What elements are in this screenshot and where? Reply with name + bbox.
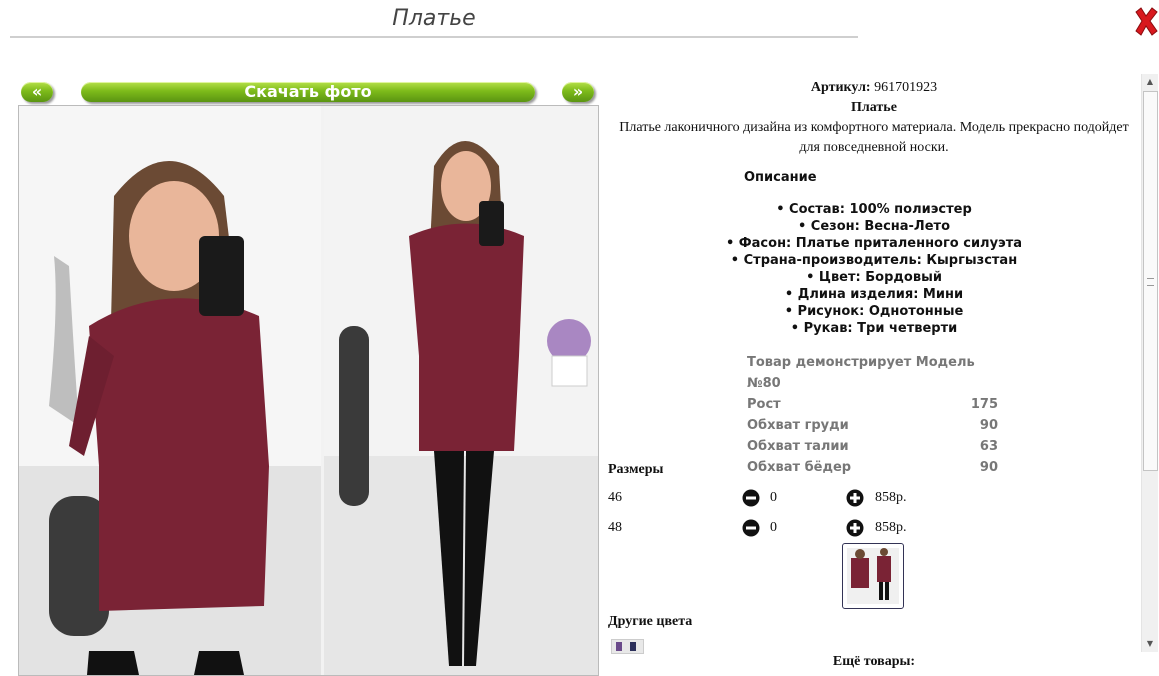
minus-icon[interactable]: [742, 489, 760, 507]
product-description: Платье лаконичного дизайна из комфортног…: [619, 120, 1129, 155]
price: 858р.: [875, 490, 907, 505]
article-label: Артикул:: [810, 80, 871, 95]
measurement-value: 63: [979, 439, 998, 454]
measurement-value: 90: [979, 418, 998, 433]
description-heading: Описание: [744, 170, 817, 185]
measurement-label: Обхват бёдер: [747, 460, 852, 475]
product-details-panel: Артикул: 961701923 Платье Платье лаконич…: [606, 74, 1142, 674]
color-swatch[interactable]: [611, 639, 644, 654]
other-colors-heading: Другие цвета: [608, 614, 693, 629]
scrollbar-thumb[interactable]: [1143, 91, 1158, 471]
minus-icon[interactable]: [742, 519, 760, 537]
size-row: 48 0 858р.: [608, 518, 1128, 538]
measurement-row: Обхват бёдер 90: [747, 457, 998, 478]
quantity-value[interactable]: 0: [770, 518, 777, 538]
product-photo-front[interactable]: [19, 106, 321, 675]
size-label: 48: [608, 520, 622, 535]
feature-item: • Страна-производитель: Кыргызстан: [730, 253, 1018, 268]
product-name: Платье: [851, 100, 897, 115]
measurement-label: Рост: [747, 397, 781, 412]
feature-item: • Длина изделия: Мини: [784, 287, 964, 302]
scroll-up-icon[interactable]: ▲: [1142, 74, 1158, 90]
measurement-row: Обхват талии 63: [747, 436, 998, 457]
measurement-row: Рост 175: [747, 394, 998, 415]
feature-item: • Состав: 100% полиэстер: [776, 202, 972, 217]
feature-item: • Рисунок: Однотонные: [784, 304, 964, 319]
quantity-value[interactable]: 0: [770, 488, 777, 508]
size-label: 46: [608, 490, 622, 505]
photo-thumbnail[interactable]: [842, 543, 904, 609]
measurement-label: Обхват груди: [747, 418, 849, 433]
product-photos: [18, 105, 599, 676]
measurement-value: 90: [979, 460, 998, 475]
more-products-heading: Ещё товары:: [832, 654, 916, 669]
download-photo-button[interactable]: Скачать фото: [81, 82, 535, 102]
plus-icon[interactable]: [846, 489, 864, 507]
measurement-label: Обхват талии: [747, 439, 849, 454]
measurement-value: 175: [970, 397, 998, 412]
close-icon[interactable]: [1133, 6, 1159, 36]
model-measurements: Товар демонстрирует Модель №80 Рост 175 О…: [747, 352, 998, 478]
article-line: Артикул: 961701923: [606, 78, 1142, 98]
next-photo-button[interactable]: »: [562, 82, 594, 102]
feature-item: • Цвет: Бордовый: [806, 270, 942, 285]
feature-item: • Рукав: Три четверти: [790, 321, 958, 336]
page-title: Платье: [10, 4, 858, 38]
model-title: Товар демонстрирует Модель №80: [747, 355, 975, 391]
prev-photo-button[interactable]: «: [21, 82, 53, 102]
sizes-heading: Размеры: [608, 462, 664, 477]
article-number: 961701923: [874, 80, 938, 95]
plus-icon[interactable]: [846, 519, 864, 537]
feature-list: • Состав: 100% полиэстер • Сезон: Весна-…: [606, 201, 1142, 337]
feature-item: • Фасон: Платье приталенного силуэта: [725, 236, 1023, 251]
vertical-scrollbar[interactable]: ▲ ▼: [1141, 74, 1158, 652]
product-photo-full[interactable]: [324, 106, 598, 675]
feature-item: • Сезон: Весна-Лето: [797, 219, 951, 234]
grip-icon: [1147, 278, 1154, 286]
measurement-row: Обхват груди 90: [747, 415, 998, 436]
price: 858р.: [875, 520, 907, 535]
size-row: 46 0 858р.: [608, 488, 1128, 508]
scroll-down-icon[interactable]: ▼: [1142, 636, 1158, 652]
